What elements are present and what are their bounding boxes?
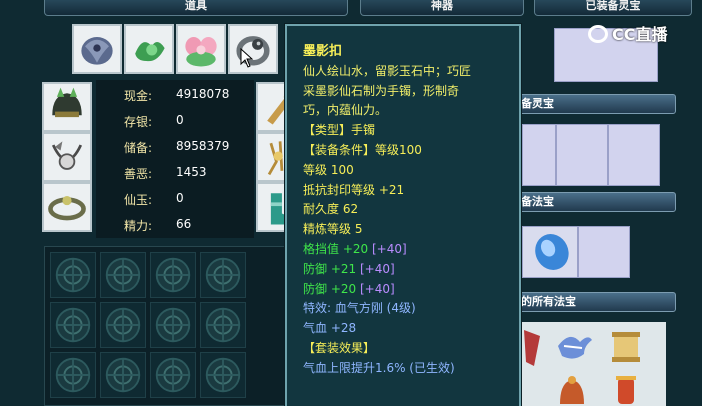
tooltip-refine: 精炼等级 5 (303, 222, 363, 237)
jade-pendant-icon (126, 26, 172, 72)
tooltip-desc-line: 仙人绘山水，留影玉石中；巧匠 (303, 63, 472, 78)
item-slot-armor[interactable] (72, 24, 122, 74)
empty-slot-icon (105, 257, 141, 293)
inventory-slot[interactable] (50, 302, 96, 348)
bell-icon[interactable] (552, 374, 592, 406)
tooltip-level: 等级 100 (303, 162, 354, 177)
inventory-slot[interactable] (100, 352, 146, 398)
fabao-slot-1[interactable] (522, 226, 578, 278)
empty-slot-icon (205, 357, 241, 393)
empty-slot-icon (155, 257, 191, 293)
stat-label-xianyu: 仙玉: (124, 193, 153, 207)
cc-logo: CC直播 (588, 24, 668, 46)
tab-items[interactable]: 道具 (44, 0, 348, 16)
item-tooltip: 墨影扣 仙人绘山水，留影玉石中；巧匠 采墨影仙石制为手镯，形制奇 巧，内蕴仙力。… (285, 24, 521, 406)
inventory-slot[interactable] (200, 302, 246, 348)
empty-slot-icon (55, 307, 91, 343)
item-slot-lotus[interactable] (176, 24, 226, 74)
equip-slot-necklace[interactable] (42, 132, 92, 182)
lotus-icon (178, 26, 224, 72)
tooltip-type: 【类型】手镯 (303, 123, 376, 138)
tooltip-defense-bonus: [+40] (359, 281, 395, 296)
inventory-slot[interactable] (200, 352, 246, 398)
stat-label-karma: 善恶: (124, 167, 153, 181)
inventory-slot[interactable] (100, 252, 146, 298)
section-equip-lingbao: 备灵宝 (516, 94, 676, 114)
empty-slot-icon (105, 307, 141, 343)
tooltip-item-name: 墨影扣 (303, 44, 343, 59)
tooltip-set-effect: 【套装效果】 (303, 340, 376, 355)
inventory-slot[interactable] (50, 252, 96, 298)
stats-panel (96, 80, 254, 238)
blue-orb-icon (535, 234, 569, 270)
armor-icon (74, 26, 120, 72)
tooltip-set-line: 气血上限提升1.6% (已生效) (303, 360, 455, 375)
inventory-slot[interactable] (200, 252, 246, 298)
stat-value-deposit: 0 (176, 113, 184, 127)
stat-value-cash: 4918078 (176, 87, 230, 101)
lingbao-slot-2[interactable] (556, 124, 608, 186)
lingbao-slot-1[interactable] (522, 124, 556, 186)
stat-label-energy: 精力: (124, 219, 153, 233)
cc-logo-mark-icon (588, 25, 608, 43)
tooltip-defense: 防御 +21 [+40] (303, 260, 519, 280)
lantern-icon[interactable] (606, 374, 646, 406)
tooltip-hp: 气血 +28 (303, 321, 357, 336)
empty-slot-icon (55, 257, 91, 293)
empty-slot-icon (205, 307, 241, 343)
tab-artifact[interactable]: 神器 (360, 0, 524, 16)
tooltip-seal-resist: 抵抗封印等级 +21 (303, 182, 405, 197)
tooltip-block-bonus: [+40] (371, 241, 407, 256)
stat-label-deposit: 存银: (124, 115, 153, 129)
section-all-fabao: 的所有法宝 (516, 292, 676, 312)
scroll-icon[interactable] (606, 326, 646, 366)
section-equip-fabao: 备法宝 (516, 192, 676, 212)
stat-label-reserve: 储备: (124, 141, 153, 155)
mouse-cursor-icon (240, 48, 254, 68)
tooltip-block: 格挡值 +20 [+40] (303, 240, 519, 260)
tooltip-defense: 防御 +20 [+40] (303, 280, 519, 300)
necklace-icon (44, 134, 90, 180)
item-slot-jade[interactable] (124, 24, 174, 74)
empty-slot-icon (55, 357, 91, 393)
stat-value-xianyu: 0 (176, 191, 184, 205)
stat-value-energy: 66 (176, 217, 192, 231)
bracelet-icon (44, 184, 90, 230)
tooltip-block-value: 格挡值 +20 (303, 241, 369, 256)
empty-slot-icon (155, 357, 191, 393)
equip-slot-helmet[interactable] (42, 82, 92, 132)
tooltip-special: 特效: 血气方刚 (4级) (303, 301, 416, 316)
inventory-slot[interactable] (150, 352, 196, 398)
empty-slot-icon (205, 257, 241, 293)
inventory-slot[interactable] (100, 302, 146, 348)
tooltip-defense-value: 防御 +21 (303, 261, 357, 276)
lingbao-slot-3[interactable] (608, 124, 660, 186)
inventory-slot[interactable] (50, 352, 96, 398)
empty-slot-icon (155, 307, 191, 343)
fabao-slot-2[interactable] (578, 226, 630, 278)
inventory-slot[interactable] (150, 302, 196, 348)
inventory-slot[interactable] (150, 252, 196, 298)
tooltip-requirement: 【装备条件】等级100 (303, 142, 422, 157)
bird-icon[interactable] (554, 326, 594, 366)
tooltip-durability: 耐久度 62 (303, 202, 359, 217)
stat-value-reserve: 8958379 (176, 139, 230, 153)
stat-value-karma: 1453 (176, 165, 207, 179)
tooltip-defense-bonus: [+40] (359, 261, 395, 276)
cc-logo-text: CC直播 (612, 25, 668, 44)
stat-label-cash: 现金: (124, 89, 153, 103)
helmet-icon (44, 84, 90, 130)
tab-equipped-lingbao[interactable]: 已装备灵宝 (534, 0, 692, 16)
tooltip-desc-line: 采墨影仙石制为手镯，形制奇 (303, 83, 460, 98)
tooltip-defense-value: 防御 +20 (303, 281, 357, 296)
tooltip-desc-line: 巧，内蕴仙力。 (303, 103, 388, 118)
equip-slot-bracelet[interactable] (42, 182, 92, 232)
empty-slot-icon (105, 357, 141, 393)
talisman-icon[interactable] (520, 326, 544, 370)
